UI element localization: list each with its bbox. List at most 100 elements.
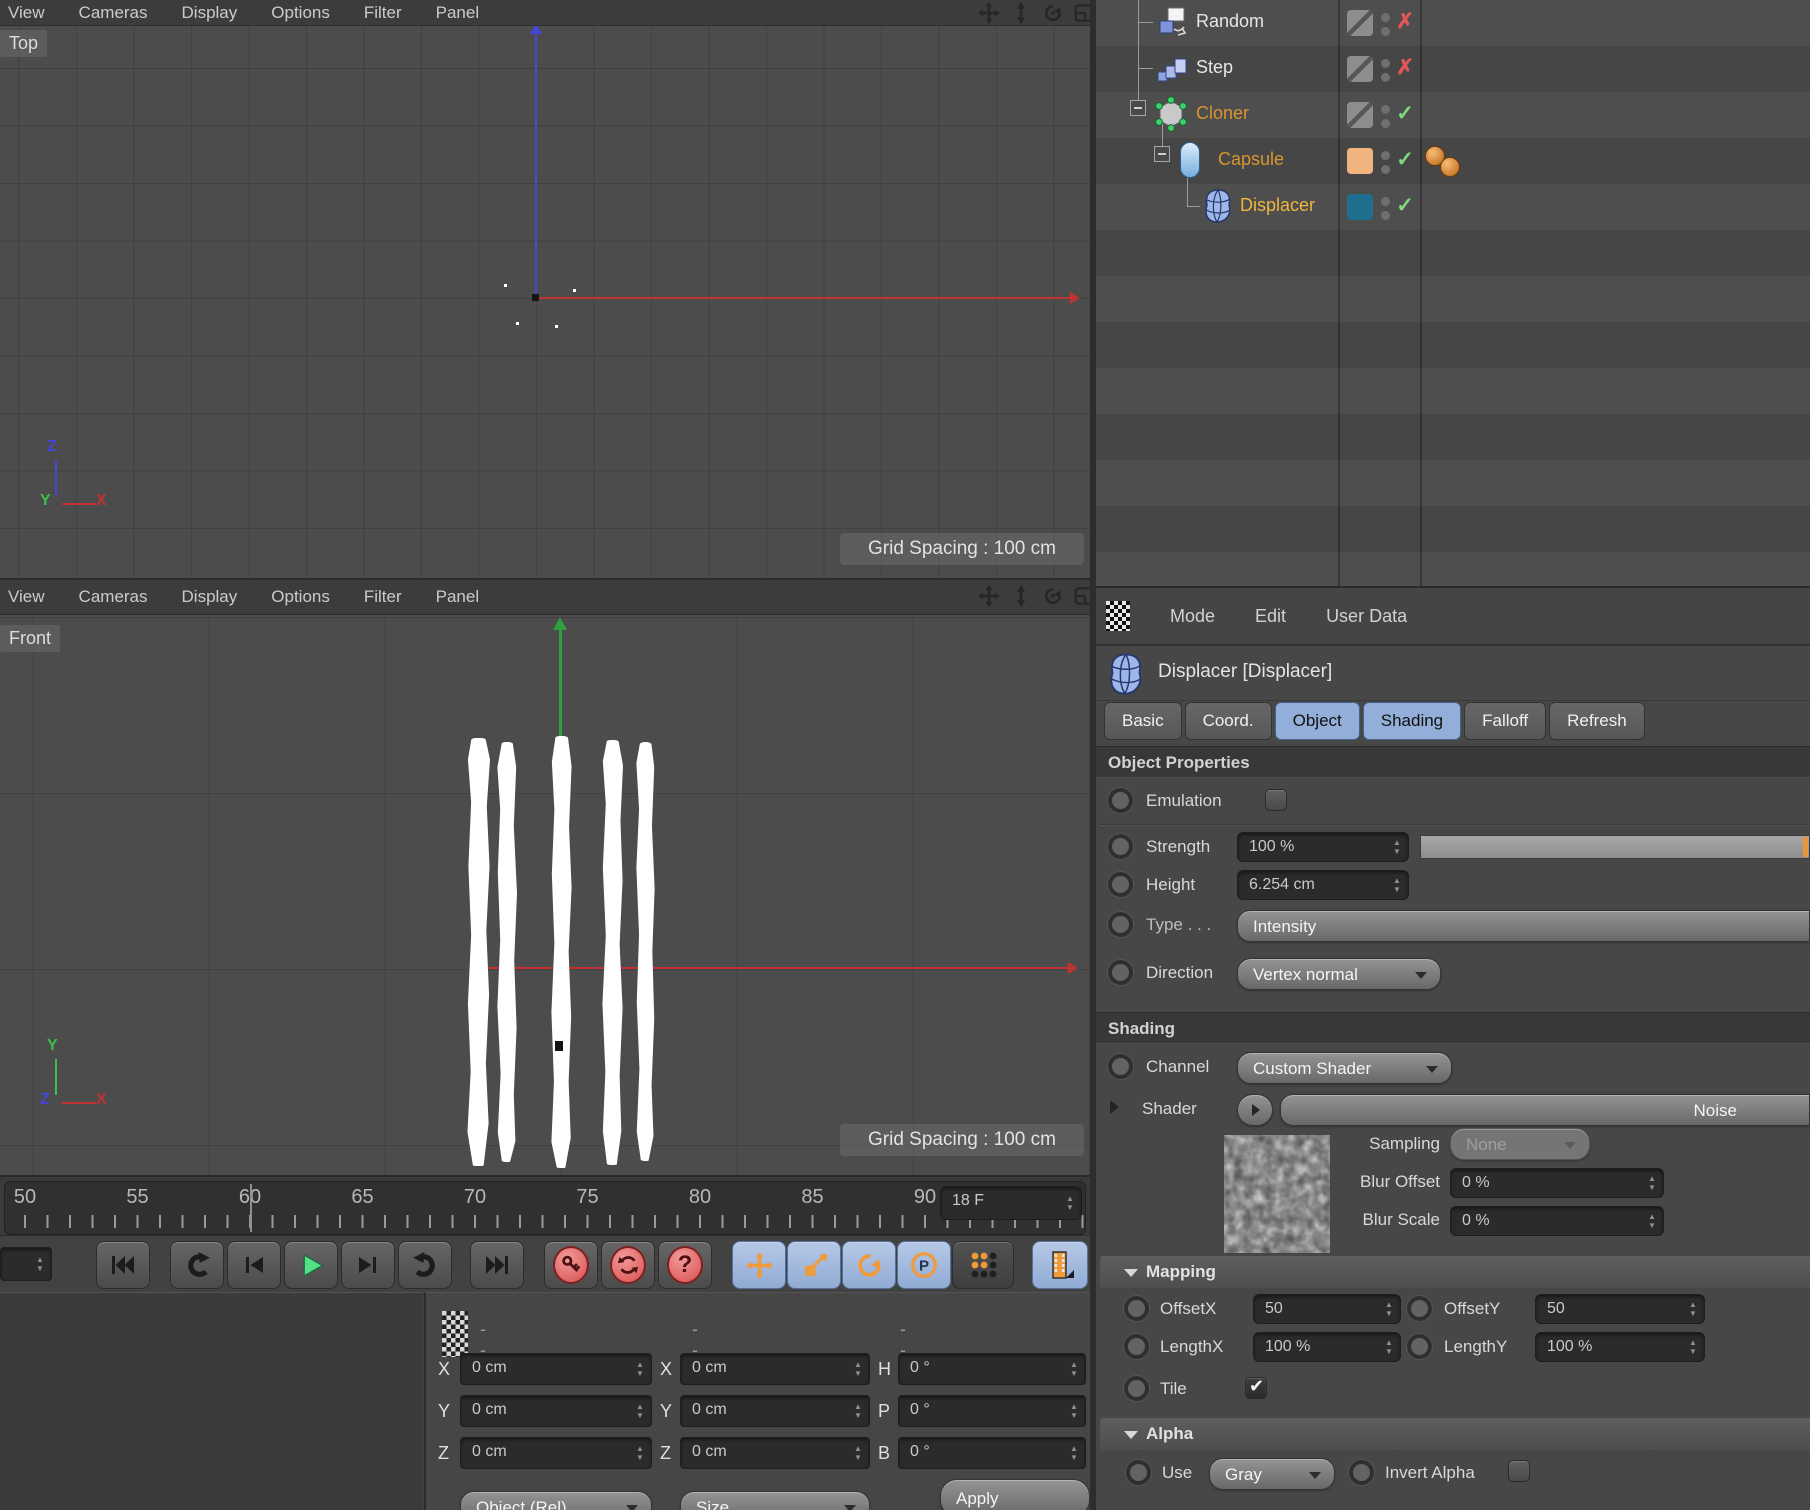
viewport-menu-item[interactable]: Cameras <box>79 3 148 23</box>
menu-user-data[interactable]: User Data <box>1326 606 1407 627</box>
offsety-field[interactable]: 50 <box>1535 1294 1705 1324</box>
drag-handle-icon[interactable] <box>1106 601 1130 631</box>
frame-number[interactable]: 70 <box>460 1186 490 1209</box>
invert-alpha-checkbox[interactable] <box>1508 1460 1530 1482</box>
stepper[interactable] <box>1644 1210 1660 1232</box>
viewport-menu-item[interactable]: Display <box>182 587 238 607</box>
set-keyframe-button[interactable] <box>544 1241 598 1289</box>
viewport-menu-item[interactable]: Display <box>182 3 238 23</box>
capsule-clone[interactable] <box>551 736 572 1168</box>
anim-dot-offsetx[interactable] <box>1124 1296 1149 1321</box>
move-view-icon[interactable] <box>978 585 1000 607</box>
size-mode-dropdown[interactable]: Size <box>680 1491 870 1510</box>
stepper[interactable] <box>1381 1336 1397 1358</box>
stepper[interactable] <box>1685 1336 1701 1358</box>
direction-dropdown[interactable]: Vertex normal <box>1237 958 1441 990</box>
layer-swatch[interactable] <box>1347 102 1373 128</box>
lengthx-field[interactable]: 100 % <box>1253 1332 1401 1362</box>
anim-dot-channel[interactable] <box>1108 1054 1133 1079</box>
viewport-menu-item[interactable]: Filter <box>364 3 402 23</box>
attribute-tab[interactable]: Coord. <box>1185 702 1272 740</box>
section-header-alpha[interactable]: Alpha <box>1100 1418 1810 1450</box>
material-manager-panel[interactable] <box>0 1292 422 1510</box>
capsule-clone[interactable] <box>497 742 517 1162</box>
stepper[interactable] <box>850 1441 866 1465</box>
autokey-button[interactable] <box>601 1241 655 1289</box>
type-dropdown[interactable]: Intensity <box>1237 910 1810 942</box>
stepper[interactable] <box>1381 1298 1397 1320</box>
stepper[interactable] <box>850 1399 866 1423</box>
layer-swatch[interactable] <box>1347 148 1373 174</box>
object-row-random[interactable]: Random ✗ <box>1096 0 1810 46</box>
sampling-dropdown[interactable]: None <box>1450 1128 1590 1160</box>
use-dropdown[interactable]: Gray <box>1209 1458 1335 1490</box>
coordinate-system-button[interactable]: P <box>897 1241 951 1289</box>
next-key-button[interactable] <box>398 1241 452 1289</box>
rotate-view-icon[interactable] <box>1042 585 1064 607</box>
anim-dot-lengthx[interactable] <box>1124 1334 1149 1359</box>
anim-dot-use[interactable] <box>1126 1460 1151 1485</box>
frame-number[interactable]: 85 <box>798 1186 828 1209</box>
strength-slider[interactable] <box>1420 835 1810 859</box>
zoom-view-icon[interactable] <box>1010 585 1032 607</box>
previous-key-button[interactable] <box>170 1241 224 1289</box>
attribute-tab[interactable]: Refresh <box>1549 702 1645 740</box>
size-y-field[interactable]: 0 cm <box>680 1395 870 1427</box>
blur-scale-field[interactable]: 0 % <box>1450 1206 1664 1236</box>
current-frame-field[interactable]: 18 F <box>940 1186 1082 1220</box>
object-row-step[interactable]: Step ✗ <box>1096 46 1810 92</box>
anim-dot-lengthy[interactable] <box>1407 1334 1432 1359</box>
frame-mini-field[interactable] <box>0 1247 52 1281</box>
panel-drag-handle[interactable] <box>442 1311 468 1357</box>
viewport-menu-item[interactable]: Options <box>271 3 330 23</box>
timeline-ruler[interactable]: 505560657075808590 <box>4 1181 1086 1235</box>
visibility-dots[interactable] <box>1381 13 1391 41</box>
rotate-view-icon[interactable] <box>1042 2 1064 24</box>
zoom-view-icon[interactable] <box>1010 2 1032 24</box>
emulation-checkbox[interactable] <box>1265 789 1287 811</box>
frame-number[interactable]: 75 <box>573 1186 603 1209</box>
object-row-cloner[interactable]: Cloner ✓ <box>1096 92 1810 138</box>
next-frame-button[interactable] <box>341 1241 395 1289</box>
attribute-tab[interactable]: Object <box>1275 702 1360 740</box>
collapse-expander[interactable] <box>1154 146 1170 162</box>
stepper[interactable] <box>632 1441 648 1465</box>
stepper[interactable] <box>1066 1357 1082 1381</box>
anim-dot-offsety[interactable] <box>1407 1296 1432 1321</box>
stepper[interactable] <box>1066 1441 1082 1465</box>
shader-button[interactable]: Noise <box>1280 1094 1810 1126</box>
visibility-dots[interactable] <box>1381 151 1391 179</box>
anim-dot-invert-alpha[interactable] <box>1349 1460 1374 1485</box>
stepper[interactable] <box>1066 1399 1082 1423</box>
material-tag[interactable] <box>1440 157 1460 177</box>
layer-swatch[interactable] <box>1347 56 1373 82</box>
rotation-b-field[interactable]: 0 ° <box>898 1437 1086 1469</box>
strength-field[interactable]: 100 % <box>1237 832 1409 862</box>
stepper[interactable] <box>632 1399 648 1423</box>
stepper[interactable] <box>32 1251 48 1277</box>
layer-swatch[interactable] <box>1347 194 1373 220</box>
visibility-dots[interactable] <box>1381 105 1391 133</box>
section-header-mapping[interactable]: Mapping <box>1100 1256 1810 1288</box>
viewport-menu-item[interactable]: Options <box>271 587 330 607</box>
layer-swatch[interactable] <box>1347 10 1373 36</box>
frame-number[interactable]: 50 <box>10 1186 40 1209</box>
channel-dropdown[interactable]: Custom Shader <box>1237 1052 1452 1084</box>
size-x-field[interactable]: 0 cm <box>680 1353 870 1385</box>
shader-expand-triangle[interactable] <box>1110 1100 1119 1114</box>
frame-number[interactable]: 65 <box>348 1186 378 1209</box>
help-button[interactable]: ? <box>658 1241 712 1289</box>
viewport-menu-item[interactable]: Cameras <box>79 587 148 607</box>
stepper[interactable] <box>1685 1298 1701 1320</box>
render-settings-button[interactable] <box>1032 1241 1088 1289</box>
apply-button[interactable]: Apply <box>940 1479 1090 1510</box>
enabled-mark[interactable]: ✓ <box>1392 101 1418 126</box>
visibility-dots[interactable] <box>1381 59 1391 87</box>
stepper[interactable] <box>1389 836 1405 858</box>
blur-offset-field[interactable]: 0 % <box>1450 1168 1664 1198</box>
anim-dot-type[interactable] <box>1108 912 1133 937</box>
anim-dot-emulation[interactable] <box>1108 788 1133 813</box>
stepper[interactable] <box>1389 874 1405 896</box>
goto-end-button[interactable] <box>470 1241 524 1289</box>
stepper[interactable] <box>850 1357 866 1381</box>
